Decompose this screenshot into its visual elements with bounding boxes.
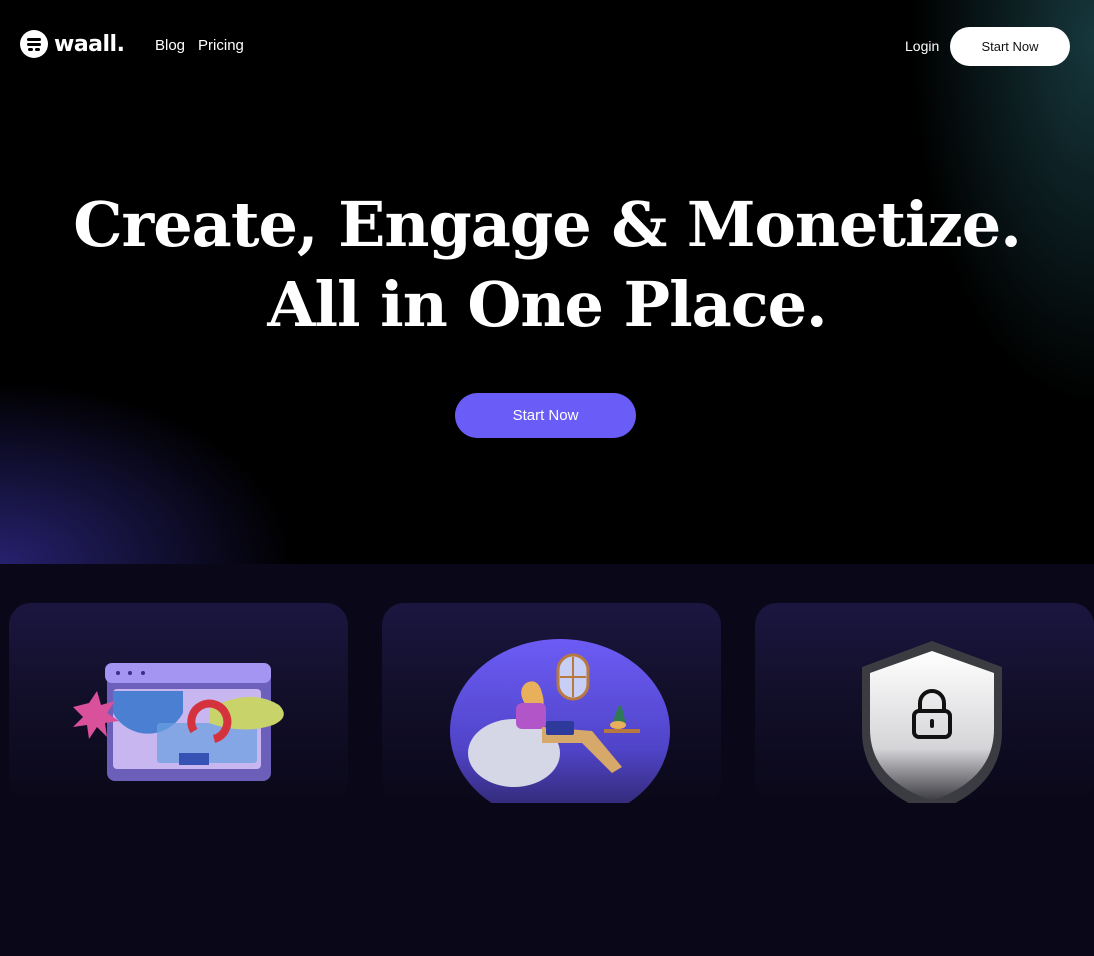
waall-logo-icon <box>20 30 48 58</box>
login-link[interactable]: Login <box>905 38 939 54</box>
brand-name: waall. <box>54 31 125 57</box>
hero-headline-line-2: All in One Place. <box>267 268 827 341</box>
shield-lock-icon <box>862 641 1002 803</box>
hero-section: waall. Blog Pricing Login Start Now Crea… <box>0 0 1094 564</box>
features-section <box>0 564 1094 956</box>
nav-link-blog[interactable]: Blog <box>155 37 185 54</box>
top-navbar: waall. Blog Pricing Login Start Now <box>0 0 1094 92</box>
nav-link-pricing[interactable]: Pricing <box>198 37 244 54</box>
person-laptop-beanbag-illustration <box>450 639 670 803</box>
start-now-nav-button[interactable]: Start Now <box>950 27 1070 66</box>
feature-card-create <box>9 603 348 803</box>
start-now-hero-button[interactable]: Start Now <box>455 393 636 438</box>
hero-headline-line-1: Create, Engage & Monetize. <box>73 188 1022 261</box>
nav-links: Blog Pricing <box>155 37 244 54</box>
browser-magnet-illustration <box>73 663 284 781</box>
feature-card-engage <box>382 603 721 803</box>
brand-logo[interactable]: waall. <box>20 30 125 58</box>
hero-headline: Create, Engage & Monetize. All in One Pl… <box>0 185 1094 345</box>
feature-card-secure <box>755 603 1094 803</box>
